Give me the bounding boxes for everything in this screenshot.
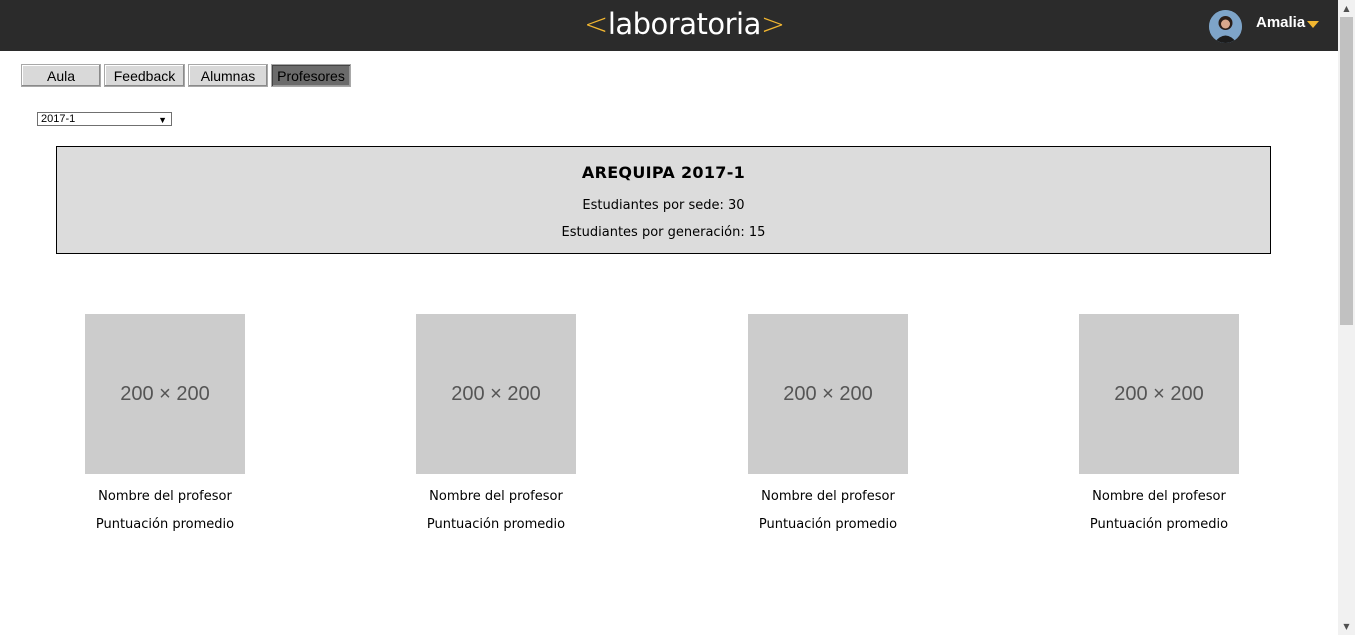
summary-panel: AREQUIPA 2017-1 Estudiantes por sede: 30… [56,146,1271,254]
teacher-photo-placeholder: 200 × 200 [85,314,245,474]
teacher-name: Nombre del profesor [761,489,895,504]
teacher-card: 200 × 200 Nombre del profesor Puntuación… [1079,314,1279,532]
tab-aula[interactable]: Aula [21,64,101,87]
students-by-generation: Estudiantes por generación: 15 [561,225,766,240]
teacher-card: 200 × 200 Nombre del profesor Puntuación… [416,314,616,532]
teacher-card: 200 × 200 Nombre del profesor Puntuación… [85,314,285,532]
teacher-photo-placeholder: 200 × 200 [748,314,908,474]
logo-text: laboratoria [607,7,762,41]
scroll-up-arrow-icon[interactable]: ▲ [1338,0,1355,17]
teacher-name: Nombre del profesor [1092,489,1226,504]
tab-profesores[interactable]: Profesores [271,64,351,87]
dropdown-arrow-icon: ▼ [158,115,167,125]
top-navbar: <laboratoria> Amalia [0,0,1338,51]
teacher-score: Puntuación promedio [1089,517,1229,532]
chevron-down-icon[interactable] [1307,21,1319,28]
logo-right-bracket: > [760,7,785,41]
teacher-name: Nombre del profesor [98,489,232,504]
teacher-score: Puntuación promedio [758,517,898,532]
user-name[interactable]: Amalia [1256,14,1305,31]
vertical-scrollbar[interactable]: ▲ ▼ [1338,0,1355,635]
teacher-score: Puntuación promedio [95,517,235,532]
tab-alumnas[interactable]: Alumnas [188,64,268,87]
teacher-score: Puntuación promedio [426,517,566,532]
generation-select[interactable]: 2017-1 ▼ [37,112,172,126]
teacher-photo-placeholder: 200 × 200 [416,314,576,474]
students-by-site: Estudiantes por sede: 30 [582,198,745,213]
laboratoria-logo[interactable]: <laboratoria> [584,6,785,42]
scrollbar-thumb[interactable] [1340,17,1353,325]
scroll-down-arrow-icon[interactable]: ▼ [1338,618,1355,635]
generation-select-value: 2017-1 [41,113,76,125]
logo-left-bracket: < [584,7,608,41]
tab-feedback[interactable]: Feedback [104,64,185,87]
teacher-card: 200 × 200 Nombre del profesor Puntuación… [748,314,948,532]
avatar[interactable] [1209,10,1242,43]
teacher-name: Nombre del profesor [429,489,563,504]
summary-title: AREQUIPA 2017-1 [581,163,746,182]
teacher-photo-placeholder: 200 × 200 [1079,314,1239,474]
